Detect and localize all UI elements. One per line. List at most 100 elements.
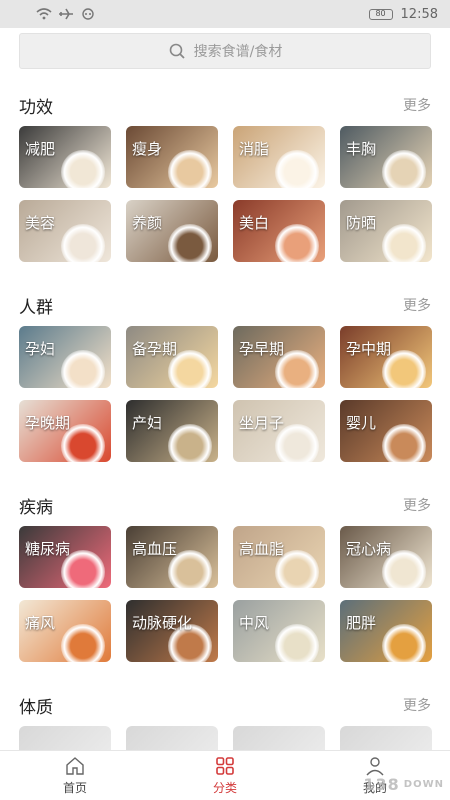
nav-home[interactable]: 首页 xyxy=(0,751,150,800)
food-photo xyxy=(275,224,319,262)
food-photo xyxy=(275,624,319,662)
food-photo xyxy=(275,150,319,188)
more-link[interactable]: 更多 xyxy=(403,95,431,115)
section-header: 人群 更多 xyxy=(19,284,431,326)
section-2: 疾病 更多糖尿病 高血压 高血脂 冠心病痛风 动脉硬化 中风 肥胖 xyxy=(0,484,450,662)
category-tile[interactable]: 高血压 xyxy=(126,526,218,588)
category-label: 产妇 xyxy=(132,414,163,432)
category-tile[interactable]: 产妇 xyxy=(126,400,218,462)
category-tile[interactable]: 肥胖 xyxy=(340,600,432,662)
category-tile[interactable]: 养颜 xyxy=(126,200,218,262)
category-tile[interactable]: 美容 xyxy=(19,200,111,262)
category-label: 丰胸 xyxy=(346,140,377,158)
category-label: 动脉硬化 xyxy=(132,614,193,632)
category-tile[interactable]: 高血脂 xyxy=(233,526,325,588)
nav-category-label: 分类 xyxy=(212,781,237,795)
search-icon xyxy=(169,43,185,59)
status-bar: 80 12:58 xyxy=(0,0,450,28)
category-tile[interactable]: 孕晚期 xyxy=(19,400,111,462)
section-title: 功效 xyxy=(19,97,53,118)
search-placeholder: 搜索食谱/食材 xyxy=(193,44,283,60)
category-label: 高血脂 xyxy=(239,540,285,558)
food-photo xyxy=(168,224,212,262)
nav-category[interactable]: 分类 xyxy=(150,751,300,800)
nav-home-label: 首页 xyxy=(62,781,87,795)
category-label: 减肥 xyxy=(25,140,56,158)
category-list: 功效 更多 减肥 瘦身 消脂 丰胸 美容 养颜 美白 防晒 人群 更多 孕妇 备孕期 孕早期 孕中期 孕晚期 产妇… xyxy=(0,80,450,750)
category-tile[interactable]: 防晒 xyxy=(340,200,432,262)
category-label: 婴儿 xyxy=(346,414,377,432)
food-photo xyxy=(168,150,212,188)
category-tile[interactable]: 消脂 xyxy=(233,126,325,188)
food-photo xyxy=(382,624,426,662)
more-link[interactable]: 更多 xyxy=(403,495,431,515)
food-photo xyxy=(61,350,105,388)
section-title: 疾病 xyxy=(19,497,53,518)
category-tile[interactable]: 痛风 xyxy=(19,600,111,662)
category-grid: 糖尿病 高血压 高血脂 冠心病痛风 动脉硬化 中风 肥胖 xyxy=(19,526,432,662)
category-tile-partial xyxy=(340,726,432,750)
category-tile[interactable]: 中风 xyxy=(233,600,325,662)
section-3: 体质 更多 xyxy=(0,684,450,750)
category-label: 消脂 xyxy=(239,140,270,158)
food-photo xyxy=(382,424,426,462)
home-icon xyxy=(66,757,84,775)
category-label: 孕妇 xyxy=(25,340,56,358)
category-tile[interactable]: 糖尿病 xyxy=(19,526,111,588)
section-0: 功效 更多减肥 瘦身 消脂 丰胸美容 养颜 美白 防晒 xyxy=(0,84,450,262)
category-label: 糖尿病 xyxy=(25,540,71,558)
watermark-text: DOWN xyxy=(403,779,444,790)
status-icons-right: 80 12:58 xyxy=(368,6,438,22)
category-grid xyxy=(19,726,432,750)
category-label: 孕中期 xyxy=(346,340,392,358)
status-icons-left xyxy=(36,8,96,20)
food-photo xyxy=(61,624,105,662)
category-tile[interactable]: 动脉硬化 xyxy=(126,600,218,662)
sync-icon xyxy=(82,8,94,20)
battery-icon: 80 xyxy=(368,8,393,20)
section-title: 体质 xyxy=(19,697,53,718)
section-1: 人群 更多孕妇 备孕期 孕早期 孕中期孕晚期 产妇 坐月子 婴儿 xyxy=(0,284,450,462)
category-tile[interactable]: 瘦身 xyxy=(126,126,218,188)
more-link[interactable]: 更多 xyxy=(403,695,431,715)
category-label: 坐月子 xyxy=(239,414,285,432)
category-label: 美容 xyxy=(25,214,56,232)
category-label: 孕晚期 xyxy=(25,414,71,432)
category-tile[interactable]: 减肥 xyxy=(19,126,111,188)
category-label: 防晒 xyxy=(346,214,377,232)
category-tile[interactable]: 婴儿 xyxy=(340,400,432,462)
grid-icon xyxy=(216,757,234,775)
category-tile[interactable]: 美白 xyxy=(233,200,325,262)
wifi-icon xyxy=(36,8,52,20)
category-tile-partial xyxy=(126,726,218,750)
category-tile[interactable]: 坐月子 xyxy=(233,400,325,462)
search-input[interactable]: 搜索食谱/食材 xyxy=(19,33,431,69)
status-time: 12:58 xyxy=(400,6,438,22)
category-label: 肥胖 xyxy=(346,614,377,632)
category-label: 备孕期 xyxy=(132,340,178,358)
food-photo xyxy=(382,224,426,262)
category-label: 高血压 xyxy=(132,540,178,558)
food-photo xyxy=(168,424,212,462)
category-tile[interactable]: 冠心病 xyxy=(340,526,432,588)
category-label: 孕早期 xyxy=(239,340,285,358)
section-header: 体质 更多 xyxy=(19,684,431,726)
category-label: 痛风 xyxy=(25,614,56,632)
category-tile[interactable]: 备孕期 xyxy=(126,326,218,388)
category-grid: 减肥 瘦身 消脂 丰胸美容 养颜 美白 防晒 xyxy=(19,126,432,262)
airplane-icon xyxy=(59,8,73,20)
category-tile[interactable]: 孕早期 xyxy=(233,326,325,388)
category-tile[interactable]: 丰胸 xyxy=(340,126,432,188)
more-link[interactable]: 更多 xyxy=(403,295,431,315)
category-label: 养颜 xyxy=(132,214,163,232)
watermark-num: 138 xyxy=(363,775,400,794)
category-label: 瘦身 xyxy=(132,140,163,158)
food-photo xyxy=(382,150,426,188)
category-tile[interactable]: 孕妇 xyxy=(19,326,111,388)
food-photo xyxy=(61,150,105,188)
watermark-logo: 138 DOWN xyxy=(363,775,444,794)
user-icon xyxy=(366,757,384,776)
category-label: 冠心病 xyxy=(346,540,392,558)
category-tile[interactable]: 孕中期 xyxy=(340,326,432,388)
category-grid: 孕妇 备孕期 孕早期 孕中期孕晚期 产妇 坐月子 婴儿 xyxy=(19,326,432,462)
